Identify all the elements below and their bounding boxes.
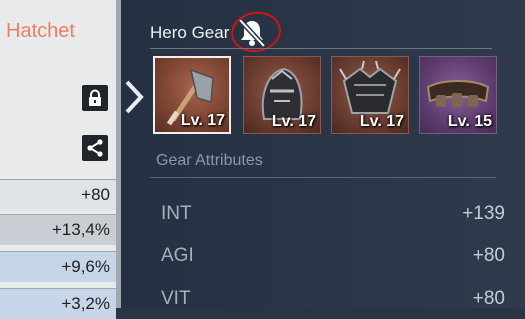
chevron-right-icon[interactable] <box>123 79 145 115</box>
stat-row: +3,2% <box>0 288 116 319</box>
stat-row: +80 <box>0 179 116 210</box>
attribute-value: +80 <box>472 245 505 266</box>
attribute-name: AGI <box>161 245 194 266</box>
attribute-name: INT <box>161 203 192 224</box>
share-icon <box>87 139 103 157</box>
stat-row: +13,4% <box>0 214 116 245</box>
divider <box>150 177 496 178</box>
gear-level: Lv. 17 <box>271 113 316 130</box>
stat-value: +9,6% <box>61 257 110 276</box>
stat-row: +9,6% <box>0 251 116 282</box>
gear-slot-weapon[interactable]: Lv. 17 <box>153 56 231 134</box>
gear-level: Lv. 17 <box>180 112 225 129</box>
gear-attributes-title: Gear Attributes <box>156 152 263 169</box>
gear-level: Lv. 17 <box>359 113 404 130</box>
gear-slot-helmet[interactable]: Lv. 17 <box>243 56 321 134</box>
weapon-panel: Hatchet +80 +13,4% +9,6% +3,2% <box>0 0 121 319</box>
weapon-title: Hatchet <box>6 20 75 42</box>
divider <box>150 48 492 49</box>
attribute-name: VIT <box>161 288 191 309</box>
gear-slot-belt[interactable]: Lv. 15 <box>419 56 497 134</box>
lock-button[interactable] <box>82 85 108 111</box>
gear-level: Lv. 15 <box>447 113 492 130</box>
attribute-value: +139 <box>462 203 505 224</box>
stat-value: +3,2% <box>61 294 110 313</box>
hero-gear-title: Hero Gear <box>150 23 230 42</box>
attribute-value: +80 <box>472 288 505 309</box>
stat-value: +80 <box>81 185 110 204</box>
share-button[interactable] <box>82 135 108 161</box>
gear-slot-armor[interactable]: Lv. 17 <box>331 56 409 134</box>
lock-icon <box>89 89 101 106</box>
stat-value: +13,4% <box>51 220 110 239</box>
